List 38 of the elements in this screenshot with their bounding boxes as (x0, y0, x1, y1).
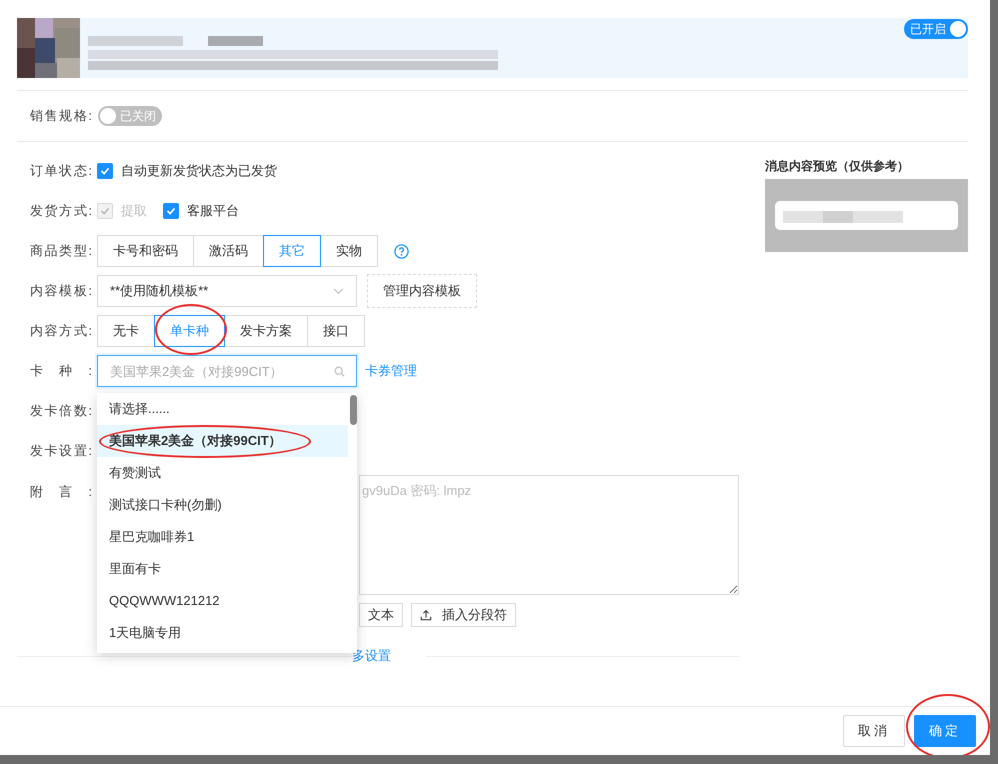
field-label: 附言: (30, 483, 92, 501)
manage-template-button[interactable]: 管理内容模板 (367, 274, 477, 308)
preview-title: 消息内容预览（仅供参考） (765, 158, 910, 175)
dropdown-item[interactable]: 有赞测试 (97, 457, 348, 489)
field-label: 销售规格: (30, 107, 92, 125)
search-icon (334, 366, 345, 377)
dropdown-item[interactable]: 里面有卡 (97, 553, 348, 585)
cancel-button[interactable]: 取消 (843, 715, 905, 747)
insert-button[interactable]: 文本 (359, 603, 403, 627)
search-field[interactable]: 美国苹果2美金（对接99CIT） (97, 355, 357, 387)
dropdown-item[interactable]: 星巴克咖啡券1 (97, 521, 348, 553)
help-icon[interactable] (394, 244, 409, 258)
checkbox[interactable]: 自动更新发货状态为已发货 (97, 162, 277, 180)
chevron-down-icon (333, 288, 344, 294)
field-label: 发卡倍数: (30, 402, 92, 420)
field-label: 内容模板: (30, 282, 92, 300)
field-label: 发货方式: (30, 202, 92, 220)
dropdown-item[interactable]: 美国苹果2美金（对接99CIT） (97, 425, 348, 457)
field-label: 订单状态: (30, 162, 92, 180)
field-label: 卡种: (30, 362, 92, 380)
template-select[interactable]: **使用随机模板** (97, 275, 357, 307)
segment-tab[interactable]: 卡号和密码 (97, 235, 194, 267)
message-textarea[interactable]: gv9uDa 密码: lmpz (359, 475, 739, 595)
field-label: 内容方式: (30, 322, 92, 340)
dropdown-item[interactable]: QQQWWW121212 (97, 585, 348, 617)
segment-tab[interactable]: 激活码 (193, 235, 264, 267)
segment-tab[interactable]: 发卡方案 (224, 315, 308, 347)
field-label: 商品类型: (30, 242, 92, 260)
checkbox[interactable]: 客服平台 (163, 202, 239, 220)
dropdown-item[interactable]: 测试接口卡种(勿删) (97, 489, 348, 521)
scrollbar-thumb[interactable] (350, 395, 357, 425)
field-label: 发卡设置: (30, 442, 92, 460)
dropdown-item[interactable]: 请选择...... (97, 393, 348, 425)
segment-tab[interactable]: 接口 (307, 315, 365, 347)
segment-tab[interactable]: 无卡 (97, 315, 155, 347)
insert-button[interactable]: 插入分段符 (411, 603, 516, 627)
dropdown-item[interactable]: 1天电脑专用 (97, 617, 348, 649)
segment-tab[interactable]: 实物 (320, 235, 378, 267)
